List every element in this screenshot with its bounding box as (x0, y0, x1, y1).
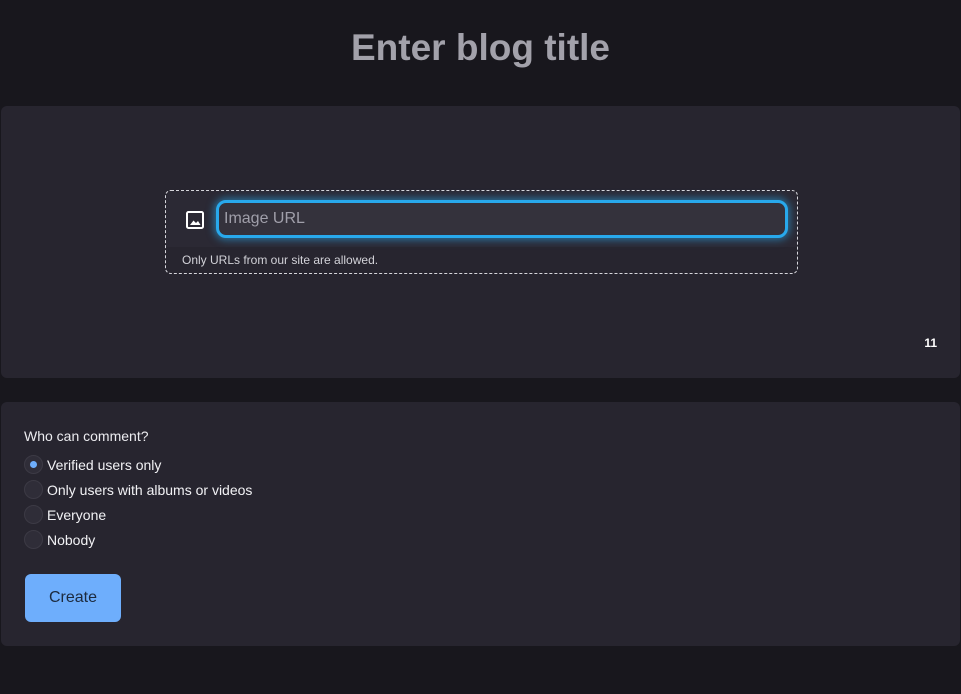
radio-nobody[interactable] (24, 530, 43, 549)
image-url-row (166, 191, 797, 247)
image-url-input[interactable] (216, 200, 788, 238)
image-icon[interactable] (185, 210, 205, 230)
create-button[interactable]: Create (25, 574, 121, 622)
comment-permission-label: Who can comment? (24, 428, 149, 444)
radio-album-video-users[interactable] (24, 480, 43, 499)
option-everyone[interactable]: Everyone (24, 502, 252, 527)
image-card: Only URLs from our site are allowed. 11 (1, 106, 960, 378)
radio-verified-users[interactable] (24, 455, 43, 474)
image-dropzone[interactable]: Only URLs from our site are allowed. (165, 190, 798, 274)
comment-permission-options: Verified users only Only users with albu… (24, 452, 252, 552)
option-label: Verified users only (47, 456, 162, 473)
blog-title[interactable]: Enter blog title (351, 27, 610, 69)
radio-everyone[interactable] (24, 505, 43, 524)
image-url-hint: Only URLs from our site are allowed. (182, 253, 379, 267)
title-area: Enter blog title (0, 0, 961, 100)
option-label: Only users with albums or videos (47, 481, 253, 498)
option-nobody[interactable]: Nobody (24, 527, 252, 552)
option-label: Everyone (47, 506, 107, 523)
option-album-video-users[interactable]: Only users with albums or videos (24, 477, 252, 502)
character-counter: 11 (924, 336, 937, 350)
option-verified-users[interactable]: Verified users only (24, 452, 252, 477)
comment-settings-card: Who can comment? Verified users only Onl… (1, 402, 960, 646)
option-label: Nobody (47, 531, 96, 548)
